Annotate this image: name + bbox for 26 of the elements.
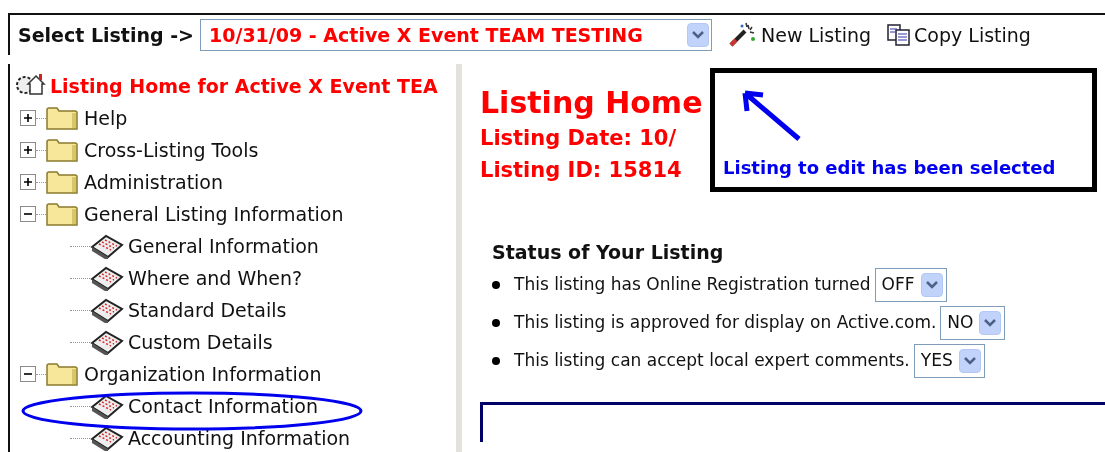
copy-listing-button[interactable]: Copy Listing xyxy=(887,20,1031,50)
tree-page-item[interactable]: General Information xyxy=(128,231,319,261)
status-text: This listing is approved for display on Active.com. xyxy=(514,311,937,335)
tree-page-item[interactable]: Standard Details xyxy=(128,295,287,325)
listing-home-title: Listing Home xyxy=(480,84,704,122)
tree-page-item[interactable]: Accounting Information xyxy=(128,423,351,452)
tree-folder-item[interactable]: Administration xyxy=(84,167,224,197)
tree-folder-item[interactable]: General Listing Information xyxy=(84,199,344,229)
tree-root-link[interactable]: Listing Home for Active X Event TEA xyxy=(50,71,438,101)
tree-folder-item[interactable]: Cross-Listing Tools xyxy=(84,135,259,165)
tree-page-item[interactable]: Where and When? xyxy=(128,263,303,293)
tree-folder-item[interactable]: Organization Information xyxy=(84,359,322,389)
tree-folder-item[interactable]: Help xyxy=(84,103,128,133)
status-text: This listing has Online Registration turned xyxy=(514,273,871,297)
select-listing-label: Select Listing -> xyxy=(18,22,194,48)
status-text: This listing can accept local expert comments. xyxy=(514,349,910,373)
callout-text: Listing to edit has been selected xyxy=(723,156,1057,180)
listing-id: Listing ID: 15814 xyxy=(480,157,683,184)
tree-page-item[interactable]: Custom Details xyxy=(128,327,273,357)
status-heading: Status of Your Listing xyxy=(492,240,725,265)
listing-date: Listing Date: 10/ xyxy=(480,125,678,152)
listing-select[interactable]: 10/31/09 - Active X Event TEAM TESTING xyxy=(200,19,712,51)
status-select[interactable]: OFF xyxy=(874,268,947,302)
status-select[interactable]: YES xyxy=(913,344,985,378)
new-listing-button[interactable]: New Listing xyxy=(728,20,872,50)
status-select[interactable]: NO xyxy=(940,306,1006,340)
